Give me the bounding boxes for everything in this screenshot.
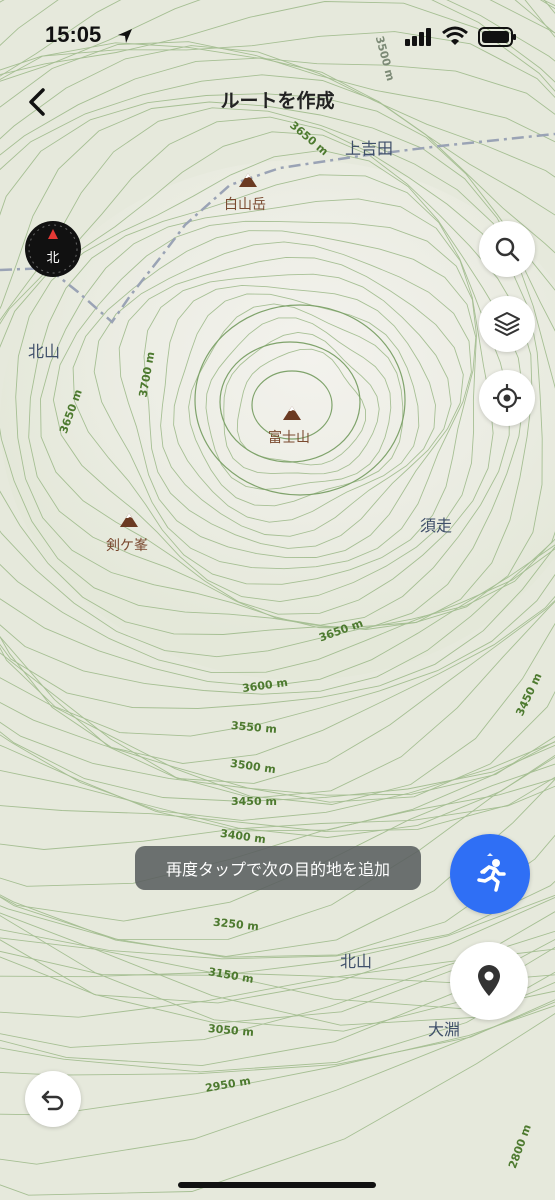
compass-label: 北 bbox=[46, 251, 60, 266]
crosshair-icon bbox=[493, 384, 521, 412]
battery-icon bbox=[478, 27, 516, 47]
layers-button[interactable] bbox=[479, 296, 535, 352]
navigation-bar: ルートを作成 bbox=[0, 76, 555, 122]
map-pin-icon bbox=[478, 965, 500, 996]
page-title: ルートを作成 bbox=[220, 90, 335, 112]
place-kitayama-south: 北山 bbox=[340, 952, 373, 971]
place-kamiyoshida: 上吉田 bbox=[345, 139, 394, 158]
hint-toast: 再度タップで次の目的地を追加 bbox=[135, 846, 421, 890]
search-button[interactable] bbox=[479, 221, 535, 277]
locate-me-button[interactable] bbox=[479, 370, 535, 426]
clock: 15:05 bbox=[45, 22, 102, 47]
mountain-icon bbox=[283, 406, 301, 420]
mountain-icon bbox=[120, 513, 138, 527]
undo-button[interactable] bbox=[25, 1071, 81, 1127]
place-kitayama-north: 北山 bbox=[28, 342, 61, 361]
undo-icon bbox=[41, 1090, 64, 1111]
topographic-map[interactable] bbox=[0, 0, 555, 1200]
mountain-icon bbox=[239, 173, 257, 187]
wifi-icon bbox=[442, 26, 468, 45]
place-suso: 須走 bbox=[420, 516, 453, 535]
search-icon bbox=[495, 237, 520, 262]
layers-icon bbox=[494, 312, 520, 336]
contour-label: 3450 m bbox=[231, 795, 277, 808]
location-arrow-icon bbox=[118, 29, 132, 43]
place-obuchi: 大淵 bbox=[428, 1020, 461, 1039]
peak-kengamine: 剣ケ峯 bbox=[106, 538, 148, 554]
cellular-signal-icon bbox=[405, 28, 431, 46]
status-bar: 15:05 bbox=[0, 0, 555, 76]
home-indicator bbox=[178, 1182, 376, 1188]
peak-fujisan: 富士山 bbox=[268, 430, 310, 446]
activity-type-button[interactable] bbox=[450, 834, 530, 914]
peak-hakusandake: 白山岳 bbox=[224, 197, 266, 213]
compass[interactable]: 北 bbox=[25, 221, 81, 277]
running-person-icon bbox=[477, 853, 506, 892]
add-waypoint-button[interactable] bbox=[450, 942, 528, 1020]
